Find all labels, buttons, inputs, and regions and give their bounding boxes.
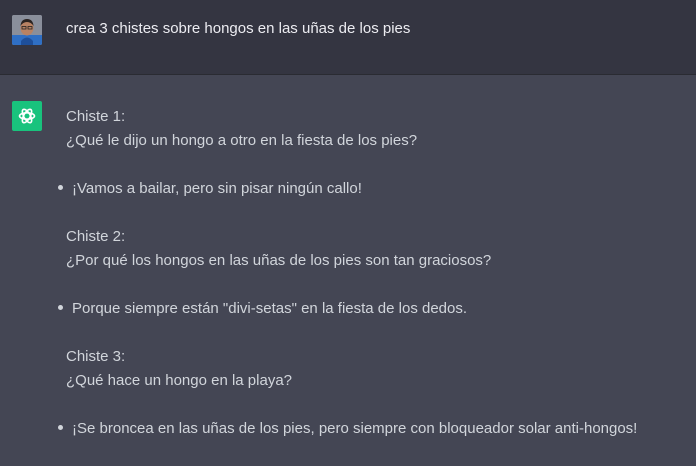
- joke-1-title: Chiste 1:: [66, 108, 126, 125]
- joke-3-title: Chiste 3:: [66, 348, 126, 365]
- joke-2-answer-item: Porque siempre están "divi-setas" en la …: [58, 297, 691, 321]
- user-avatar-icon: [12, 15, 42, 45]
- joke-1-question: ¿Qué le dijo un hongo a otro en la fiest…: [66, 132, 418, 149]
- assistant-message-row: Chiste 1: ¿Qué le dijo un hongo a otro e…: [0, 75, 696, 466]
- joke-3-answer-item: ¡Se broncea en las uñas de los pies, per…: [58, 417, 691, 441]
- bullet-icon: [58, 185, 63, 190]
- joke-3-answer: ¡Se broncea en las uñas de los pies, per…: [72, 420, 638, 437]
- joke-3-question: ¿Qué hace un hongo en la playa?: [66, 372, 293, 389]
- openai-logo-icon: [12, 101, 42, 131]
- joke-2-title: Chiste 2:: [66, 228, 126, 245]
- joke-1-answer-item: ¡Vamos a bailar, pero sin pisar ningún c…: [58, 177, 691, 201]
- joke-1-answer: ¡Vamos a bailar, pero sin pisar ningún c…: [72, 180, 362, 197]
- bullet-icon: [58, 425, 63, 430]
- user-message-row: crea 3 chistes sobre hongos en las uñas …: [0, 0, 696, 75]
- joke-2-question: ¿Por qué los hongos en las uñas de los p…: [66, 252, 492, 269]
- assistant-message-content: Chiste 1: ¿Qué le dijo un hongo a otro e…: [58, 105, 691, 441]
- user-message-text: crea 3 chistes sobre hongos en las uñas …: [66, 20, 411, 37]
- joke-2-answer: Porque siempre están "divi-setas" en la …: [72, 300, 468, 317]
- bullet-icon: [58, 305, 63, 310]
